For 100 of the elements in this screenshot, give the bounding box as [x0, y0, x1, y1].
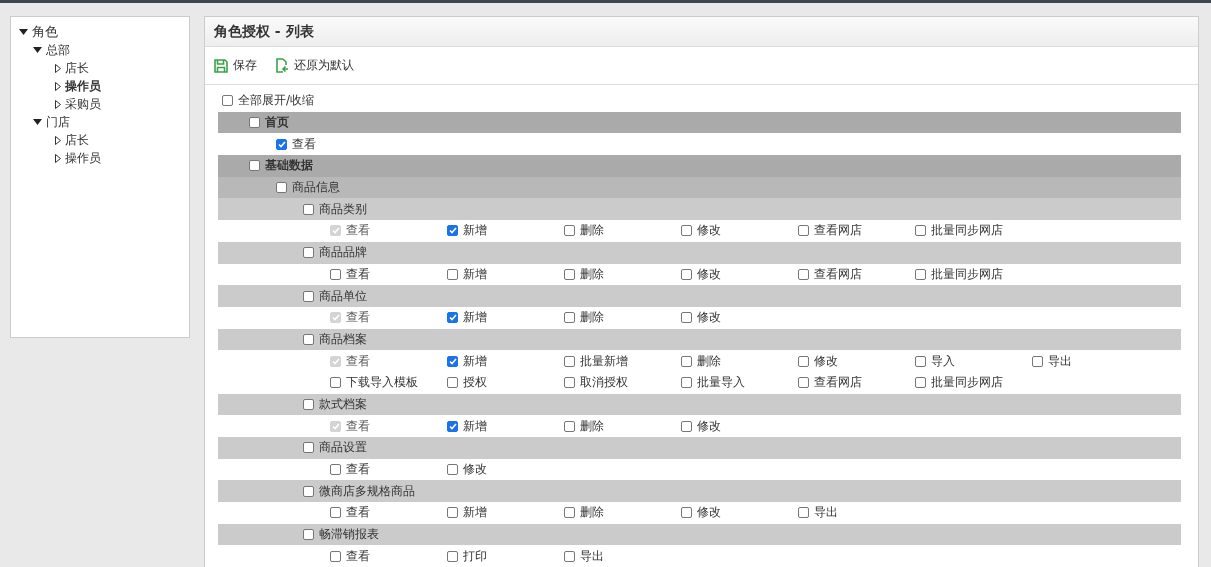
- permission-label: 删除: [580, 309, 604, 327]
- checkbox[interactable]: [798, 225, 809, 237]
- checkbox[interactable]: [447, 355, 458, 367]
- checkbox[interactable]: [1032, 355, 1043, 367]
- checkbox[interactable]: [330, 377, 341, 389]
- checkbox[interactable]: [915, 377, 926, 389]
- caret-down-icon[interactable]: [33, 119, 42, 125]
- tree-item[interactable]: 门店: [46, 113, 70, 131]
- expand-all-label: 全部展开/收缩: [238, 92, 315, 110]
- checkbox[interactable]: [564, 355, 575, 367]
- checkbox[interactable]: [681, 420, 692, 432]
- checkbox[interactable]: [330, 507, 341, 519]
- tree-item[interactable]: 采购员: [65, 95, 101, 113]
- checkbox[interactable]: [915, 225, 926, 237]
- tree-item[interactable]: 总部: [46, 41, 70, 59]
- tree-item[interactable]: 角色: [32, 23, 58, 41]
- permission-label: 查看网店: [814, 374, 862, 392]
- module-label: 商品设置: [319, 439, 367, 457]
- checkbox[interactable]: [681, 225, 692, 237]
- module-label: 商品信息: [292, 179, 340, 197]
- permission-label: 批量新增: [580, 352, 628, 370]
- caret-down-icon[interactable]: [19, 29, 28, 35]
- checkbox[interactable]: [330, 550, 341, 562]
- module-label: 首页: [265, 114, 289, 132]
- checkbox[interactable]: [303, 290, 314, 302]
- caret-down-icon[interactable]: [33, 47, 42, 53]
- permission-label: 新增: [463, 309, 487, 327]
- checkbox[interactable]: [330, 268, 341, 280]
- panel-title: 角色授权 - 列表: [214, 22, 314, 41]
- checkbox[interactable]: [303, 442, 314, 454]
- checkbox[interactable]: [303, 485, 314, 497]
- checkbox[interactable]: [276, 138, 287, 150]
- checkbox[interactable]: [564, 507, 575, 519]
- permission-label: 查看: [346, 504, 370, 522]
- checkbox[interactable]: [303, 247, 314, 259]
- checkbox[interactable]: [681, 355, 692, 367]
- checkbox[interactable]: [798, 377, 809, 389]
- checkbox[interactable]: [447, 420, 458, 432]
- permission-label: 查看: [346, 417, 370, 435]
- permission-label: 下载导入模板: [346, 374, 418, 392]
- module-label: 畅滞销报表: [319, 526, 379, 544]
- checkbox[interactable]: [303, 398, 314, 410]
- permission-label: 查看: [292, 135, 316, 153]
- permission-label: 修改: [463, 461, 487, 479]
- permission-label: 查看: [346, 461, 370, 479]
- permission-label: 导入: [931, 352, 955, 370]
- checkbox[interactable]: [249, 160, 260, 172]
- checkbox[interactable]: [303, 203, 314, 215]
- save-icon: [214, 58, 228, 73]
- permission-label: 修改: [697, 417, 721, 435]
- checkbox[interactable]: [681, 377, 692, 389]
- checkbox[interactable]: [447, 464, 458, 476]
- checkbox[interactable]: [798, 268, 809, 280]
- permission-label: 删除: [580, 504, 604, 522]
- tree-item[interactable]: 店长: [65, 59, 89, 77]
- checkbox[interactable]: [915, 355, 926, 367]
- checkbox[interactable]: [447, 507, 458, 519]
- checkbox[interactable]: [798, 507, 809, 519]
- checkbox[interactable]: [564, 420, 575, 432]
- permission-label: 授权: [463, 374, 487, 392]
- permission-label: 新增: [463, 504, 487, 522]
- restore-button[interactable]: 还原为默认: [275, 57, 354, 74]
- permission-label: 查看网店: [814, 222, 862, 240]
- permission-label: 批量导入: [697, 374, 745, 392]
- permission-label: 删除: [580, 265, 604, 283]
- tree-item[interactable]: 操作员: [65, 149, 101, 167]
- checkbox[interactable]: [447, 550, 458, 562]
- checkbox[interactable]: [303, 529, 314, 541]
- checkbox[interactable]: [915, 268, 926, 280]
- checkbox[interactable]: [564, 268, 575, 280]
- permission-label: 修改: [814, 352, 838, 370]
- save-button[interactable]: 保存: [214, 57, 257, 74]
- permission-label: 查看网店: [814, 265, 862, 283]
- checkbox[interactable]: [330, 464, 341, 476]
- checkbox[interactable]: [447, 377, 458, 389]
- permission-label: 修改: [697, 265, 721, 283]
- tree-item[interactable]: 店长: [65, 131, 89, 149]
- module-label: 商品类别: [319, 200, 367, 218]
- module-label: 商品品牌: [319, 244, 367, 262]
- checkbox[interactable]: [564, 312, 575, 324]
- checkbox[interactable]: [681, 507, 692, 519]
- checkbox[interactable]: [447, 268, 458, 280]
- checkbox[interactable]: [798, 355, 809, 367]
- checkbox[interactable]: [681, 268, 692, 280]
- checkbox[interactable]: [564, 225, 575, 237]
- permission-label: 导出: [1048, 352, 1072, 370]
- checkbox[interactable]: [447, 312, 458, 324]
- checkbox[interactable]: [681, 312, 692, 324]
- checkbox[interactable]: [303, 333, 314, 345]
- checkbox[interactable]: [249, 117, 260, 129]
- module-label: 微商店多规格商品: [319, 482, 415, 500]
- checkbox[interactable]: [447, 225, 458, 237]
- tree-item[interactable]: 操作员: [65, 77, 101, 95]
- checkbox[interactable]: [564, 377, 575, 389]
- checkbox[interactable]: [564, 550, 575, 562]
- checkbox[interactable]: [222, 95, 233, 107]
- permission-label: 删除: [697, 352, 721, 370]
- permission-label: 修改: [697, 222, 721, 240]
- permission-label: 批量同步网店: [931, 265, 1003, 283]
- checkbox[interactable]: [276, 182, 287, 194]
